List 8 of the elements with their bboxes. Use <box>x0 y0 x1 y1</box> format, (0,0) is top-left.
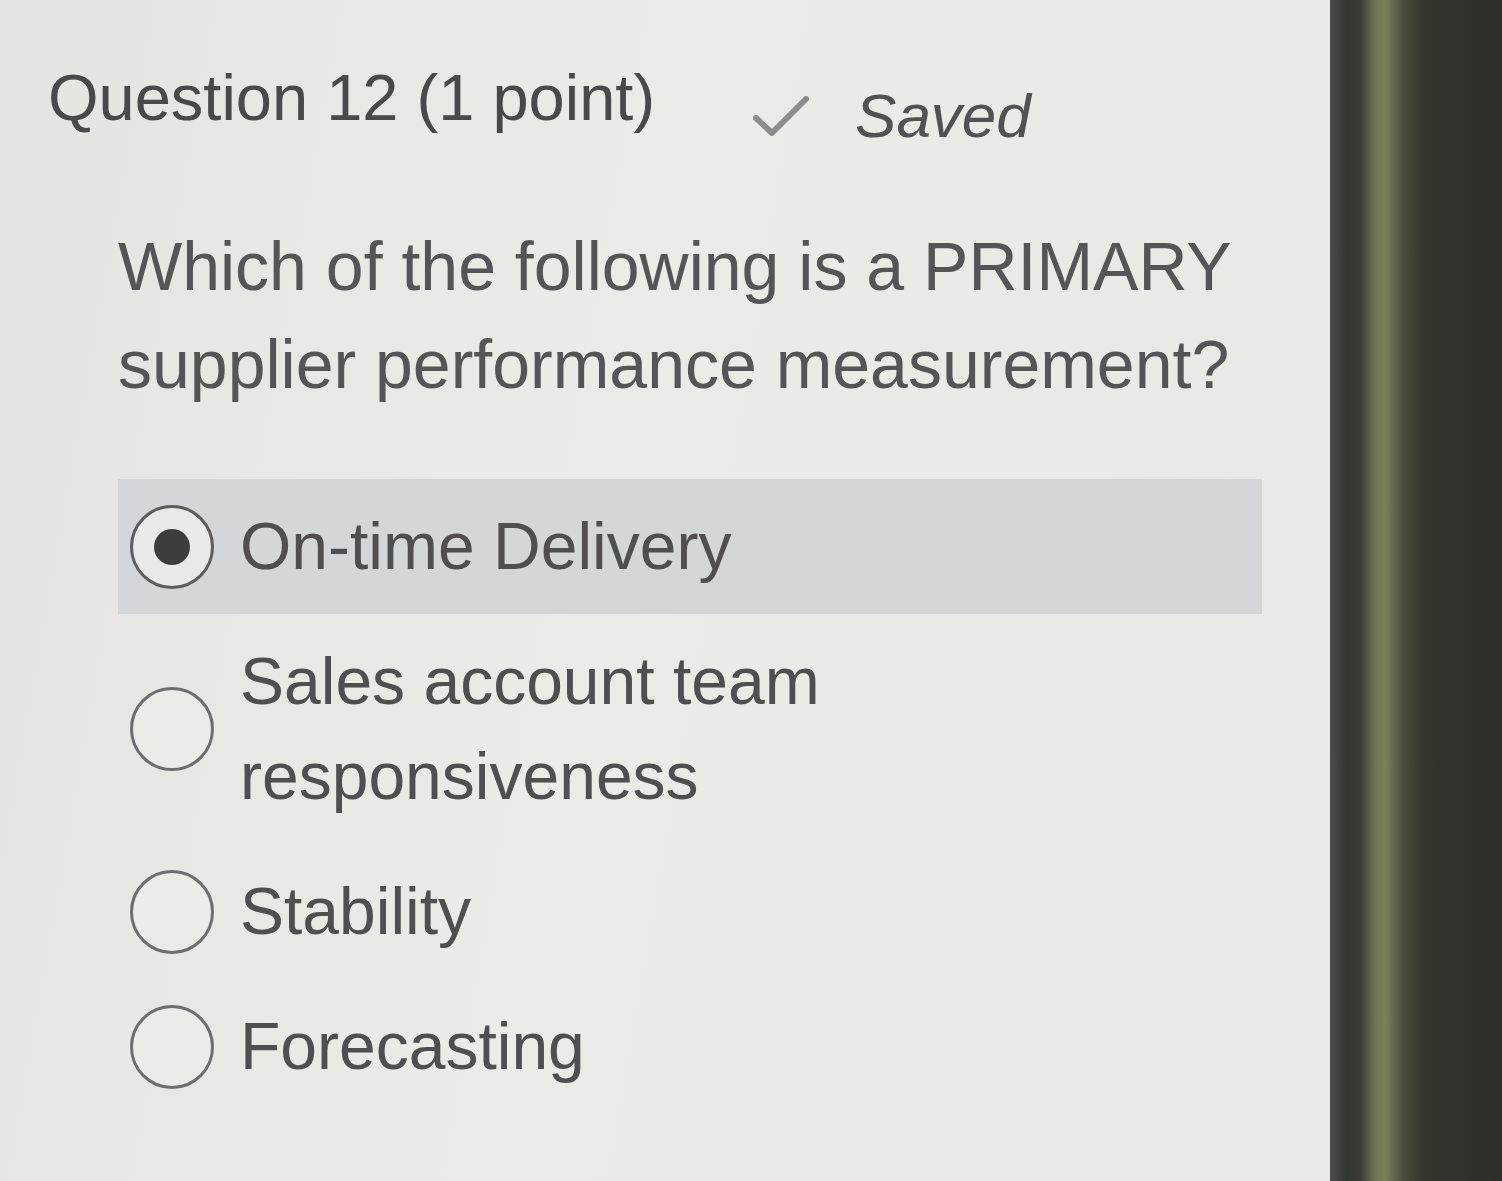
option-label[interactable]: Sales account team responsiveness <box>240 634 920 824</box>
option-label[interactable]: On-time Delivery <box>240 499 732 594</box>
saved-status: Saved <box>855 80 1031 152</box>
option-label[interactable]: Stability <box>240 864 472 959</box>
question-prompt: Which of the following is a PRIMARY supplier performance measurement? <box>118 227 1232 404</box>
option-label[interactable]: Forecasting <box>240 999 585 1094</box>
question-title: Question 12 (1 point) <box>48 60 656 136</box>
check-icon <box>753 96 810 136</box>
